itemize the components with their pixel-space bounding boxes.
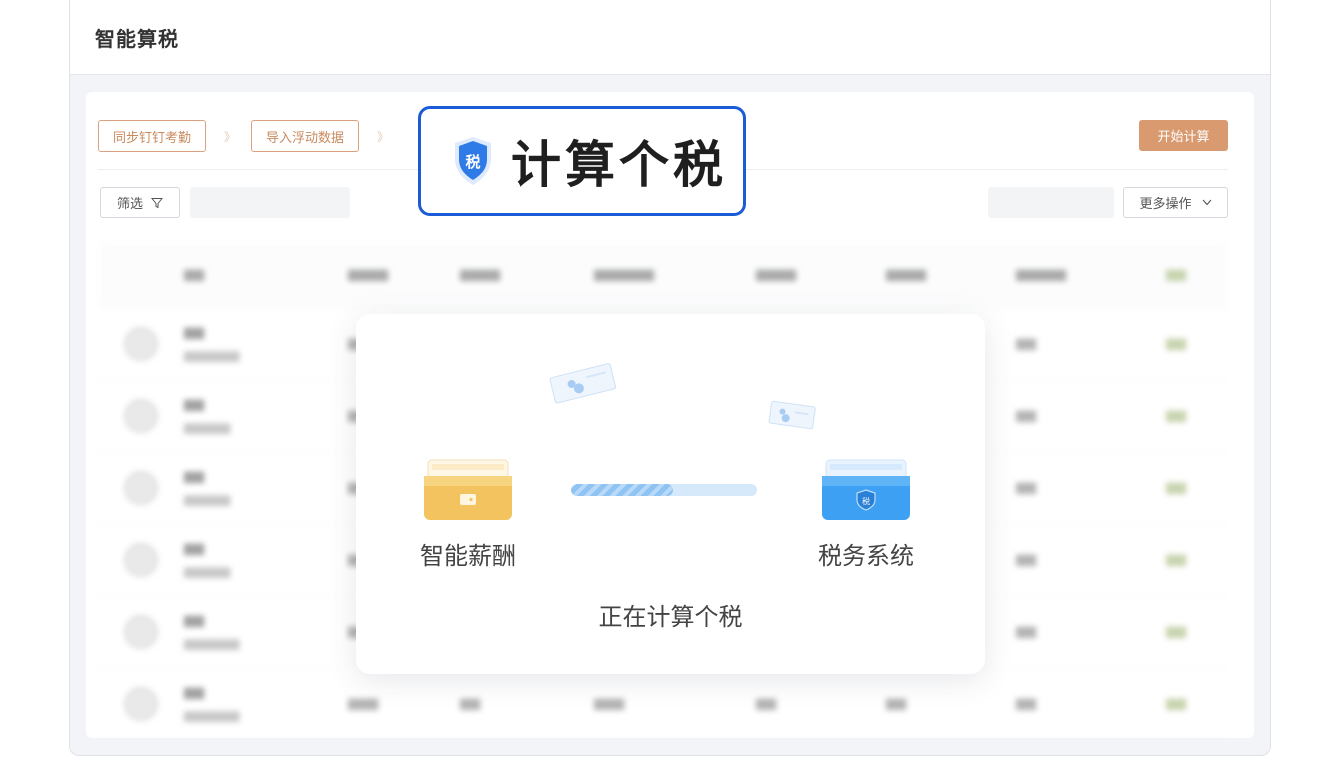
calculation-modal: 税 智能薪酬 税务系统 正在计算个税 (356, 314, 985, 674)
svg-text:税: 税 (465, 153, 480, 171)
step-bar: 同步钉钉考勤 》 导入浮动数据 》 (98, 120, 404, 152)
table-row[interactable]: ▆▆ ▆▆▆▆▆▆ ▆▆▆ ▆▆ ▆▆▆ ▆▆ ▆▆ ▆▆ ▆▆ (98, 668, 1228, 738)
progress-fill (571, 484, 674, 496)
status-text: 正在计算个税 (598, 603, 743, 631)
more-actions-label: 更多操作 (1139, 197, 1192, 212)
source-label: 智能薪酬 (420, 542, 516, 570)
search-input-right[interactable] (988, 187, 1114, 218)
avatar (124, 614, 158, 649)
filter-button[interactable]: 筛选 (100, 187, 180, 218)
wallet-icon (424, 459, 512, 520)
calculate-tax-badge: 税 计算个税 (418, 106, 746, 216)
window-header: 智能算税 (70, 0, 1270, 75)
avatar (124, 542, 158, 577)
badge-title: 计算个税 (511, 136, 727, 194)
search-input[interactable] (190, 187, 350, 218)
target-label: 税务系统 (818, 542, 914, 570)
chevron-down-icon (1202, 199, 1211, 206)
step-sync-attendance-button[interactable]: 同步钉钉考勤 (98, 120, 207, 152)
avatar (124, 326, 158, 361)
page-title: 智能算税 (95, 26, 179, 51)
step-arrow-icon: 》 (224, 129, 236, 144)
document-icon (768, 400, 816, 430)
start-calculate-button[interactable]: 开始计算 (1139, 120, 1228, 151)
more-actions-button[interactable]: 更多操作 (1123, 187, 1228, 218)
funnel-icon (151, 197, 163, 208)
table-header: ▆▆ ▆▆▆▆ ▆▆▆▆ ▆▆▆▆▆▆ ▆▆▆▆ ▆▆▆▆ ▆▆▆▆▆ ▆▆ (98, 242, 1228, 308)
step-import-data-button[interactable]: 导入浮动数据 (251, 120, 360, 152)
shield-icon: 税 (455, 137, 491, 185)
tax-folder-icon: 税 (822, 459, 910, 520)
svg-text:税: 税 (862, 496, 870, 506)
avatar (124, 398, 158, 433)
avatar (124, 470, 158, 505)
step-arrow-icon: 》 (377, 129, 389, 144)
avatar (124, 686, 158, 721)
filter-label: 筛选 (116, 197, 143, 212)
document-icon (549, 363, 617, 404)
progress-bar (571, 484, 757, 496)
